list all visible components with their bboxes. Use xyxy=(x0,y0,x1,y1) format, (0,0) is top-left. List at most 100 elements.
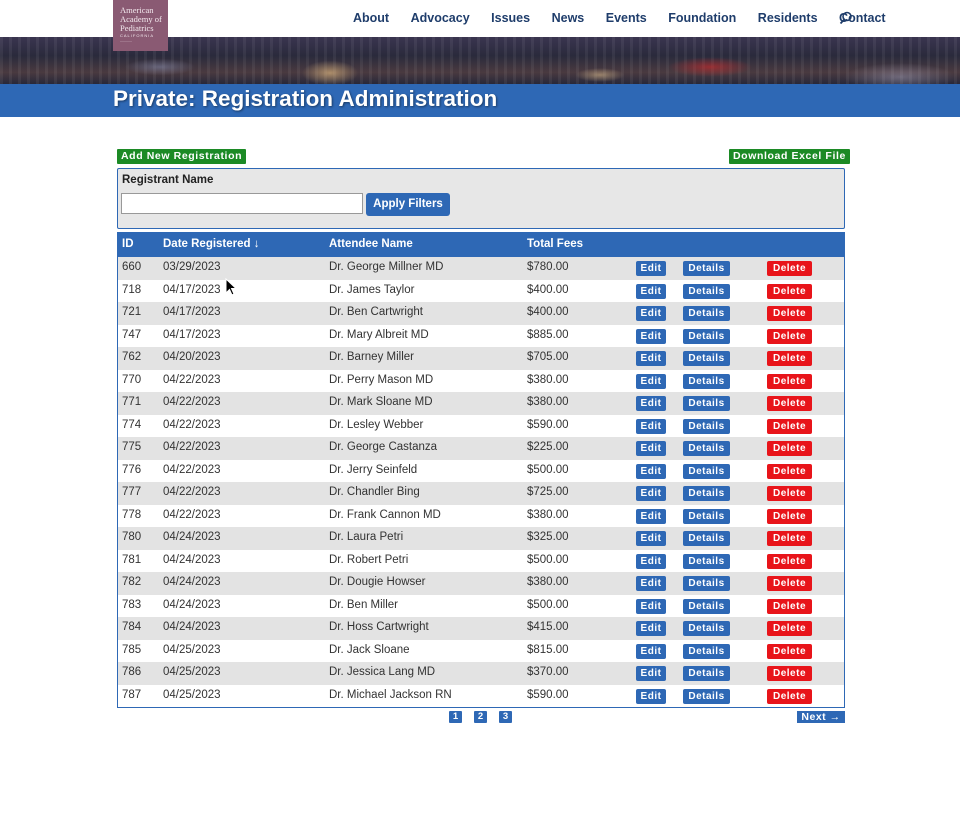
nav-residents[interactable]: Residents xyxy=(758,11,818,25)
header-total-fees[interactable]: Total Fees xyxy=(527,238,583,250)
edit-button[interactable]: Edit xyxy=(636,576,666,591)
delete-button[interactable]: Delete xyxy=(767,643,812,659)
details-button[interactable]: Details xyxy=(683,576,730,591)
details-button[interactable]: Details xyxy=(683,643,730,659)
nav-events[interactable]: Events xyxy=(606,11,647,25)
details-button[interactable]: Details xyxy=(683,531,730,546)
delete-button[interactable]: Delete xyxy=(767,666,812,681)
edit-button[interactable]: Edit xyxy=(636,261,666,276)
edit-button[interactable]: Edit xyxy=(636,531,666,546)
details-button[interactable]: Details xyxy=(683,418,730,434)
nav-foundation[interactable]: Foundation xyxy=(668,11,736,25)
cell-total-fees: $400.00 xyxy=(527,283,569,296)
nav-advocacy[interactable]: Advocacy xyxy=(411,11,470,25)
registrant-name-input[interactable] xyxy=(121,193,363,214)
delete-button[interactable]: Delete xyxy=(767,598,812,614)
delete-button[interactable]: Delete xyxy=(767,463,812,479)
details-button[interactable]: Details xyxy=(683,463,730,479)
details-button[interactable]: Details xyxy=(683,283,730,299)
edit-button[interactable]: Edit xyxy=(636,643,666,659)
edit-button[interactable]: Edit xyxy=(636,418,666,434)
edit-button[interactable]: Edit xyxy=(636,666,666,681)
details-button[interactable]: Details xyxy=(683,306,730,321)
delete-button[interactable]: Delete xyxy=(767,486,812,501)
cell-date-registered: 04/25/2023 xyxy=(163,643,221,656)
edit-button[interactable]: Edit xyxy=(636,441,666,456)
delete-button[interactable]: Delete xyxy=(767,508,812,524)
delete-button[interactable]: Delete xyxy=(767,328,812,344)
nav-news[interactable]: News xyxy=(552,11,585,25)
cell-attendee-name: Dr. Laura Petri xyxy=(329,531,404,543)
search-icon[interactable] xyxy=(839,11,853,25)
table-row: 782 04/24/2023 Dr. Dougie Howser $380.00 Edi… xyxy=(118,572,844,595)
edit-button[interactable]: Edit xyxy=(636,463,666,479)
edit-button[interactable]: Edit xyxy=(636,328,666,344)
delete-button[interactable]: Delete xyxy=(767,396,812,411)
cell-attendee-name: Dr. George Millner MD xyxy=(329,261,444,273)
header-date-registered[interactable]: Date Registered ↓ xyxy=(163,238,260,250)
edit-button[interactable]: Edit xyxy=(636,351,666,366)
edit-button[interactable]: Edit xyxy=(636,373,666,389)
details-button[interactable]: Details xyxy=(683,441,730,456)
header-attendee-name[interactable]: Attendee Name xyxy=(329,238,413,250)
details-button[interactable]: Details xyxy=(683,486,730,501)
delete-button[interactable]: Delete xyxy=(767,621,812,636)
delete-button[interactable]: Delete xyxy=(767,418,812,434)
nav-about[interactable]: About xyxy=(353,11,389,25)
edit-button[interactable]: Edit xyxy=(636,396,666,411)
delete-button[interactable]: Delete xyxy=(767,688,812,704)
details-button[interactable]: Details xyxy=(683,508,730,524)
details-button[interactable]: Details xyxy=(683,328,730,344)
delete-button[interactable]: Delete xyxy=(767,351,812,366)
details-button[interactable]: Details xyxy=(683,688,730,704)
details-button[interactable]: Details xyxy=(683,553,730,569)
details-button[interactable]: Details xyxy=(683,396,730,411)
cell-attendee-name: Dr. Jessica Lang MD xyxy=(329,666,436,678)
details-button[interactable]: Details xyxy=(683,373,730,389)
cell-attendee-name: Dr. Michael Jackson RN xyxy=(329,688,452,701)
delete-button[interactable]: Delete xyxy=(767,441,812,456)
details-button[interactable]: Details xyxy=(683,261,730,276)
details-button[interactable]: Details xyxy=(683,598,730,614)
edit-button[interactable]: Edit xyxy=(636,598,666,614)
edit-button[interactable]: Edit xyxy=(636,306,666,321)
details-button[interactable]: Details xyxy=(683,351,730,366)
apply-filters-button[interactable]: Apply Filters xyxy=(366,193,450,216)
page-1-button[interactable]: 1 xyxy=(449,711,462,723)
cell-date-registered: 04/22/2023 xyxy=(163,508,221,521)
delete-button[interactable]: Delete xyxy=(767,576,812,591)
cell-attendee-name: Dr. Robert Petri xyxy=(329,553,409,566)
page-3-button[interactable]: 3 xyxy=(499,711,512,723)
site-logo[interactable]: American Academy of Pediatrics CALIFORNI… xyxy=(113,0,168,51)
edit-button[interactable]: Edit xyxy=(636,486,666,501)
table-row: 771 04/22/2023 Dr. Mark Sloane MD $380.00 Ed… xyxy=(118,392,844,415)
mouse-cursor-icon xyxy=(225,278,237,296)
delete-button[interactable]: Delete xyxy=(767,261,812,276)
delete-button[interactable]: Delete xyxy=(767,373,812,389)
filter-panel: Registrant Name Apply Filters xyxy=(117,168,845,229)
nav-issues[interactable]: Issues xyxy=(491,11,530,25)
delete-button[interactable]: Delete xyxy=(767,531,812,546)
cell-id: 771 xyxy=(122,396,142,408)
header-id[interactable]: ID xyxy=(122,238,134,250)
edit-button[interactable]: Edit xyxy=(636,553,666,569)
page-2-button[interactable]: 2 xyxy=(474,711,487,723)
cell-date-registered: 04/17/2023 xyxy=(163,283,221,296)
download-excel-button[interactable]: Download Excel File xyxy=(729,149,850,164)
edit-button[interactable]: Edit xyxy=(636,621,666,636)
add-new-registration-button[interactable]: Add New Registration xyxy=(117,149,247,164)
cell-date-registered: 03/29/2023 xyxy=(163,261,221,273)
edit-button[interactable]: Edit xyxy=(636,508,666,524)
cell-attendee-name: Dr. Mary Albreit MD xyxy=(329,328,429,341)
edit-button[interactable]: Edit xyxy=(636,688,666,704)
delete-button[interactable]: Delete xyxy=(767,553,812,569)
table-row: 786 04/25/2023 Dr. Jessica Lang MD $370.00 E… xyxy=(118,662,844,685)
next-page-button[interactable]: Next → xyxy=(797,711,845,723)
delete-button[interactable]: Delete xyxy=(767,283,812,299)
details-button[interactable]: Details xyxy=(683,621,730,636)
cell-total-fees: $370.00 xyxy=(527,666,569,678)
details-button[interactable]: Details xyxy=(683,666,730,681)
cell-total-fees: $500.00 xyxy=(527,553,569,566)
edit-button[interactable]: Edit xyxy=(636,283,666,299)
delete-button[interactable]: Delete xyxy=(767,306,812,321)
